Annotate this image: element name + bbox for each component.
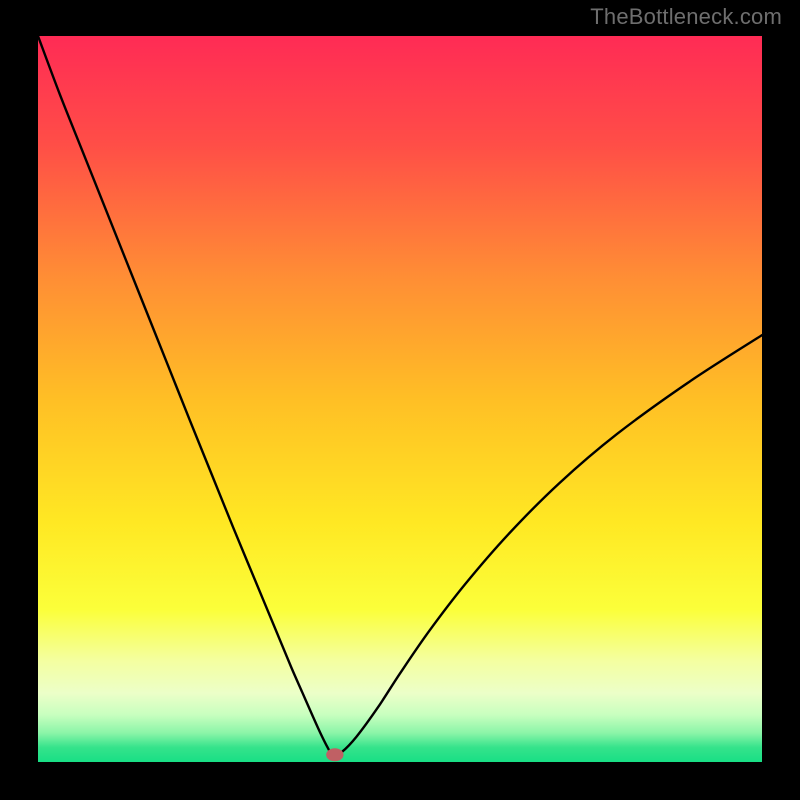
bottleneck-chart (38, 36, 762, 762)
optimal-marker (326, 748, 343, 761)
chart-frame: TheBottleneck.com (0, 0, 800, 800)
gradient-background (38, 36, 762, 762)
watermark-text: TheBottleneck.com (590, 4, 782, 30)
plot-area (38, 36, 762, 762)
